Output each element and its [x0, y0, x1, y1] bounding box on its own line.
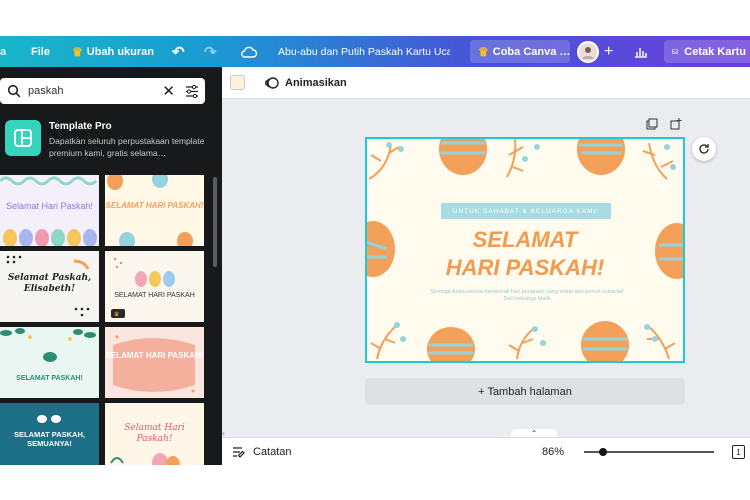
resize-label: Ubah ukuran	[86, 45, 154, 58]
template-pro-icon	[5, 120, 41, 156]
editor-canvas-area: Animasikan UNTUK SAHABAT & KELUARGA KAMI…	[222, 67, 750, 465]
refresh-design-button[interactable]	[692, 137, 716, 161]
try-pro-label: Coba Canva …	[492, 45, 571, 58]
bottom-margin	[0, 465, 750, 500]
template-thumbnail[interactable]: Selamat Hari Paskah!	[0, 175, 99, 246]
template-thumbnail[interactable]: SELAMAT PASKAH, SEMUANYA!	[0, 403, 99, 465]
zoom-value[interactable]: 86%	[542, 438, 564, 466]
notes-icon	[233, 447, 245, 458]
template-pro-promo[interactable]: Template Pro Dapatkan seluruh perpustaka…	[0, 117, 218, 171]
refresh-icon	[699, 144, 709, 154]
template-title: SELAMAT HARI PASKAH	[114, 292, 195, 299]
template-title: SELAMAT PASKAH!	[16, 375, 83, 382]
template-title: Selamat Hari Paskah!	[124, 423, 185, 444]
avatar[interactable]	[577, 36, 599, 67]
animate-button[interactable]: Animasikan	[264, 67, 347, 99]
template-title: SELAMAT PASKAH, SEMUANYA!	[14, 430, 85, 448]
search-input[interactable]: paskah	[28, 85, 162, 97]
notes-label: Catatan	[253, 446, 292, 458]
template-thumbnail[interactable]: ♛ SELAMAT HARI PASKAH	[105, 251, 204, 322]
search-box[interactable]: paskah ✕	[0, 78, 205, 104]
clear-search-icon[interactable]: ✕	[162, 82, 175, 100]
plus-icon[interactable]: +	[604, 36, 613, 67]
template-title: SELAMAT HARI PASKAH!	[105, 351, 204, 360]
template-panel: paskah ✕ Template Pro Dapatkan seluruh p…	[0, 67, 222, 465]
crown-icon: ♛	[72, 44, 83, 59]
filter-icon[interactable]	[185, 84, 199, 98]
template-thumbnail[interactable]: Selamat Hari Paskah!	[105, 403, 204, 465]
card-ribbon: UNTUK SAHABAT & KELUARGA KAMI:	[441, 203, 611, 219]
print-button[interactable]: Cetak Kartu	[664, 40, 750, 63]
zoom-slider-handle[interactable]	[599, 448, 607, 456]
file-menu[interactable]: File	[31, 36, 50, 67]
notes-button[interactable]: Catatan	[232, 438, 292, 466]
promo-description: Dapatkan seluruh perpustakaan template p…	[49, 136, 205, 158]
undo-icon[interactable]: ↶	[172, 36, 185, 67]
page-count-button[interactable]: 1	[732, 445, 745, 459]
print-label: Cetak Kartu	[684, 45, 746, 58]
template-thumbnail[interactable]: SELAMAT HARI PASKAH!	[105, 175, 204, 246]
cloud-save-icon[interactable]	[240, 36, 258, 67]
crown-icon: ♛	[478, 44, 489, 59]
card-message: Semoga Anda semua menikmati hari perayaa…	[430, 289, 624, 302]
template-thumbnail[interactable]: SELAMAT HARI PASKAH!	[105, 327, 204, 398]
add-page-button[interactable]: + Tambah halaman	[365, 378, 685, 405]
duplicate-page-icon[interactable]	[646, 117, 658, 135]
redo-icon[interactable]: ↷	[204, 36, 217, 67]
top-bar: a File ♛ Ubah ukuran ↶ ↷ Abu-abu dan Put…	[0, 36, 750, 67]
resize-button[interactable]: ♛ Ubah ukuran	[72, 36, 154, 67]
home-button[interactable]: a	[0, 36, 6, 67]
search-icon	[7, 84, 21, 98]
card-heading-line1: SELAMAT	[472, 227, 578, 252]
animate-label: Animasikan	[285, 77, 347, 89]
document-title[interactable]: Abu-abu dan Putih Paskah Kartu Ucapan	[278, 36, 450, 67]
template-thumbnail[interactable]: Selamat Paskah, Elisabeth!	[0, 251, 99, 322]
animate-icon	[265, 77, 279, 89]
template-title: Selamat Hari Paskah!	[5, 201, 94, 211]
background-color-swatch[interactable]	[230, 75, 245, 90]
template-thumbnail[interactable]: SELAMAT PASKAH!	[0, 327, 99, 398]
card-heading-line2: HARI PASKAH!	[445, 255, 605, 280]
add-page-icon[interactable]	[670, 117, 682, 135]
panel-scrollbar[interactable]	[213, 177, 217, 267]
editor-toolbar: Animasikan	[222, 67, 750, 99]
svg-text:♛: ♛	[114, 311, 119, 318]
bottom-bar: Catatan 86% 1	[222, 437, 750, 465]
template-title: SELAMAT HARI PASKAH!	[105, 201, 204, 210]
insights-icon[interactable]	[634, 36, 648, 67]
promo-title: Template Pro	[49, 121, 112, 132]
truck-icon	[672, 49, 679, 54]
top-margin	[0, 0, 750, 36]
template-title: Selamat Paskah, Elisabeth!	[7, 273, 92, 294]
card-design[interactable]: UNTUK SAHABAT & KELUARGA KAMI: SELAMAT H…	[365, 137, 685, 363]
try-pro-button[interactable]: ♛ Coba Canva …	[470, 40, 570, 63]
